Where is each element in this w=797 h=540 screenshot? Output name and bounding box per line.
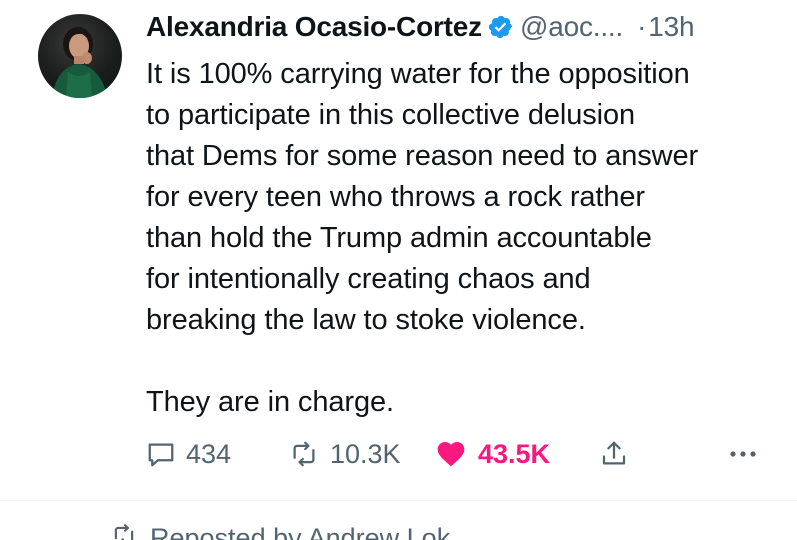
heart-icon xyxy=(434,438,468,470)
share-button[interactable] xyxy=(599,432,629,476)
verified-badge-icon[interactable] xyxy=(488,14,514,40)
tweet-text: It is 100% carrying water for the opposi… xyxy=(146,58,699,418)
retweet-button[interactable]: 10.3K xyxy=(288,432,401,476)
retweet-icon xyxy=(288,439,320,469)
reply-icon xyxy=(146,439,176,469)
share-icon xyxy=(599,438,629,470)
reposted-by-text[interactable]: Reposted by Andrew Lok xyxy=(150,523,450,540)
action-bar: 434 10.3K 43.5K xyxy=(146,432,776,476)
like-button[interactable]: 43.5K xyxy=(434,432,550,476)
reply-button[interactable]: 434 xyxy=(146,432,231,476)
author-handle[interactable]: @aoc.... xyxy=(520,11,623,43)
retweet-count: 10.3K xyxy=(330,438,401,469)
more-options-button[interactable] xyxy=(728,432,758,476)
like-count: 43.5K xyxy=(478,438,551,469)
reply-count: 434 xyxy=(186,438,232,469)
separator-dot: · xyxy=(637,11,647,42)
tweet-divider xyxy=(0,500,797,501)
retweet-icon xyxy=(110,522,138,540)
profile-photo xyxy=(52,27,108,98)
timestamp[interactable]: 13h xyxy=(648,11,694,43)
avatar[interactable] xyxy=(38,14,122,98)
next-tweet-repost-line: Reposted by Andrew Lok xyxy=(110,522,450,540)
tweet-header: Alexandria Ocasio-Cortez @aoc.... · 13h xyxy=(146,10,777,44)
ellipsis-icon xyxy=(728,449,758,459)
author-name[interactable]: Alexandria Ocasio-Cortez xyxy=(146,11,482,43)
tweet[interactable]: Alexandria Ocasio-Cortez @aoc.... · 13h … xyxy=(0,0,797,540)
